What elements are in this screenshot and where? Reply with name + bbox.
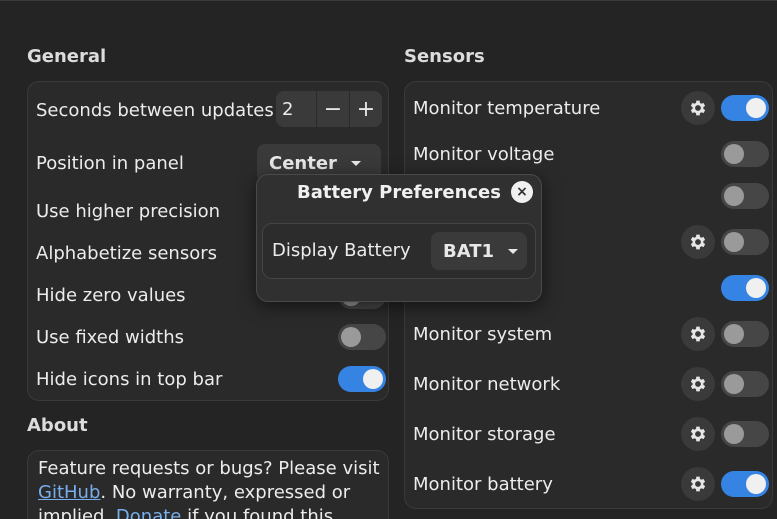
- battery-preferences-dialog: Battery Preferences × Display Battery BA…: [256, 174, 542, 302]
- sensor-label: Monitor storage: [413, 423, 556, 445]
- about-line-3-tail: if you found this: [181, 506, 334, 519]
- sensor-label: Monitor system: [413, 323, 553, 345]
- dialog-header: Battery Preferences ×: [257, 175, 541, 211]
- gear-icon[interactable]: [681, 317, 715, 351]
- decrement-button[interactable]: −: [316, 91, 349, 127]
- sensor-row: Monitor network: [413, 364, 560, 404]
- window-top-border: [0, 0, 777, 1]
- position-label: Position in panel: [36, 152, 184, 174]
- update-interval-spinbutton[interactable]: 2 − +: [276, 91, 382, 127]
- sensor-row: Monitor temperature: [413, 88, 600, 128]
- alphabetize-label: Alphabetize sensors: [36, 242, 218, 264]
- sensor-row: Monitor storage: [413, 414, 556, 454]
- sensor-row: Monitor system: [413, 314, 552, 354]
- sensor-label: Monitor network: [413, 373, 561, 395]
- switch-knob: [363, 369, 383, 389]
- display-battery-value: BAT1: [443, 240, 495, 262]
- about-line-3-text: implied.: [38, 506, 111, 519]
- hide-zero-row: Hide zero values: [36, 275, 186, 315]
- switch-knob: [724, 186, 744, 206]
- chevron-down-icon: [508, 248, 519, 254]
- sensors-section-title: Sensors: [404, 46, 485, 67]
- update-interval-row: Seconds between updates: [36, 90, 274, 130]
- sensor-switch[interactable]: [721, 183, 769, 209]
- fixed-widths-switch[interactable]: [338, 324, 386, 350]
- about-line-2-text: . No warranty, expressed or: [100, 482, 351, 503]
- about-card: Feature requests or bugs? Please visit G…: [27, 450, 389, 519]
- about-line-3: implied. Donate if you found this: [38, 505, 386, 519]
- about-section-title: About: [27, 415, 88, 436]
- switch-knob: [724, 374, 744, 394]
- switch-knob: [724, 144, 744, 164]
- switch-knob: [724, 232, 744, 252]
- sensor-switch[interactable]: [721, 421, 769, 447]
- alphabetize-row: Alphabetize sensors: [36, 233, 217, 273]
- display-battery-row: Display Battery BAT1: [262, 223, 536, 279]
- fixed-widths-label: Use fixed widths: [36, 326, 184, 348]
- hide-zero-label: Hide zero values: [36, 284, 186, 306]
- close-icon[interactable]: ×: [511, 181, 533, 203]
- switch-knob: [724, 424, 744, 444]
- sensor-switch[interactable]: [721, 141, 769, 167]
- switch-knob: [341, 327, 361, 347]
- sensor-row: Monitor battery: [413, 464, 553, 504]
- higher-precision-label: Use higher precision: [36, 200, 220, 222]
- sensor-label: Monitor voltage: [413, 143, 555, 165]
- sensor-row: Monitor voltage: [413, 134, 554, 174]
- sensor-label: Monitor battery: [413, 473, 553, 495]
- gear-icon[interactable]: [681, 467, 715, 501]
- about-text: Feature requests or bugs? Please visit G…: [38, 457, 386, 519]
- sensor-switch[interactable]: [721, 275, 769, 301]
- switch-knob: [746, 98, 766, 118]
- donate-link[interactable]: Donate: [116, 506, 181, 519]
- sensor-switch[interactable]: [721, 321, 769, 347]
- dialog-title: Battery Preferences: [297, 182, 501, 203]
- hide-icons-label: Hide icons in top bar: [36, 368, 223, 390]
- chevron-down-icon: [350, 160, 361, 166]
- preferences-window: General Seconds between updates 2 − + Po…: [0, 0, 777, 519]
- hide-icons-switch[interactable]: [338, 366, 386, 392]
- sensor-switch[interactable]: [721, 471, 769, 497]
- switch-knob: [746, 278, 766, 298]
- sensor-label: Monitor temperature: [413, 97, 601, 119]
- gear-icon[interactable]: [681, 367, 715, 401]
- sensor-switch[interactable]: [721, 95, 769, 121]
- about-line-1: Feature requests or bugs? Please visit: [38, 458, 380, 479]
- higher-precision-row: Use higher precision: [36, 191, 220, 231]
- display-battery-label: Display Battery: [272, 240, 411, 261]
- sensor-switch[interactable]: [721, 229, 769, 255]
- sensor-switch[interactable]: [721, 371, 769, 397]
- hide-icons-row: Hide icons in top bar: [36, 359, 222, 399]
- general-section-title: General: [27, 46, 107, 67]
- gear-icon[interactable]: [681, 225, 715, 259]
- display-battery-dropdown[interactable]: BAT1: [431, 232, 527, 270]
- switch-knob: [746, 474, 766, 494]
- about-line-2: GitHub. No warranty, expressed or: [38, 481, 386, 505]
- github-link[interactable]: GitHub: [38, 482, 100, 503]
- gear-icon[interactable]: [681, 417, 715, 451]
- switch-knob: [724, 324, 744, 344]
- gear-icon[interactable]: [681, 91, 715, 125]
- position-dropdown-value: Center: [269, 152, 337, 174]
- update-interval-value[interactable]: 2: [276, 91, 316, 127]
- update-interval-label: Seconds between updates: [36, 99, 274, 121]
- position-row: Position in panel: [36, 143, 184, 183]
- increment-button[interactable]: +: [349, 91, 382, 127]
- fixed-widths-row: Use fixed widths: [36, 317, 184, 357]
